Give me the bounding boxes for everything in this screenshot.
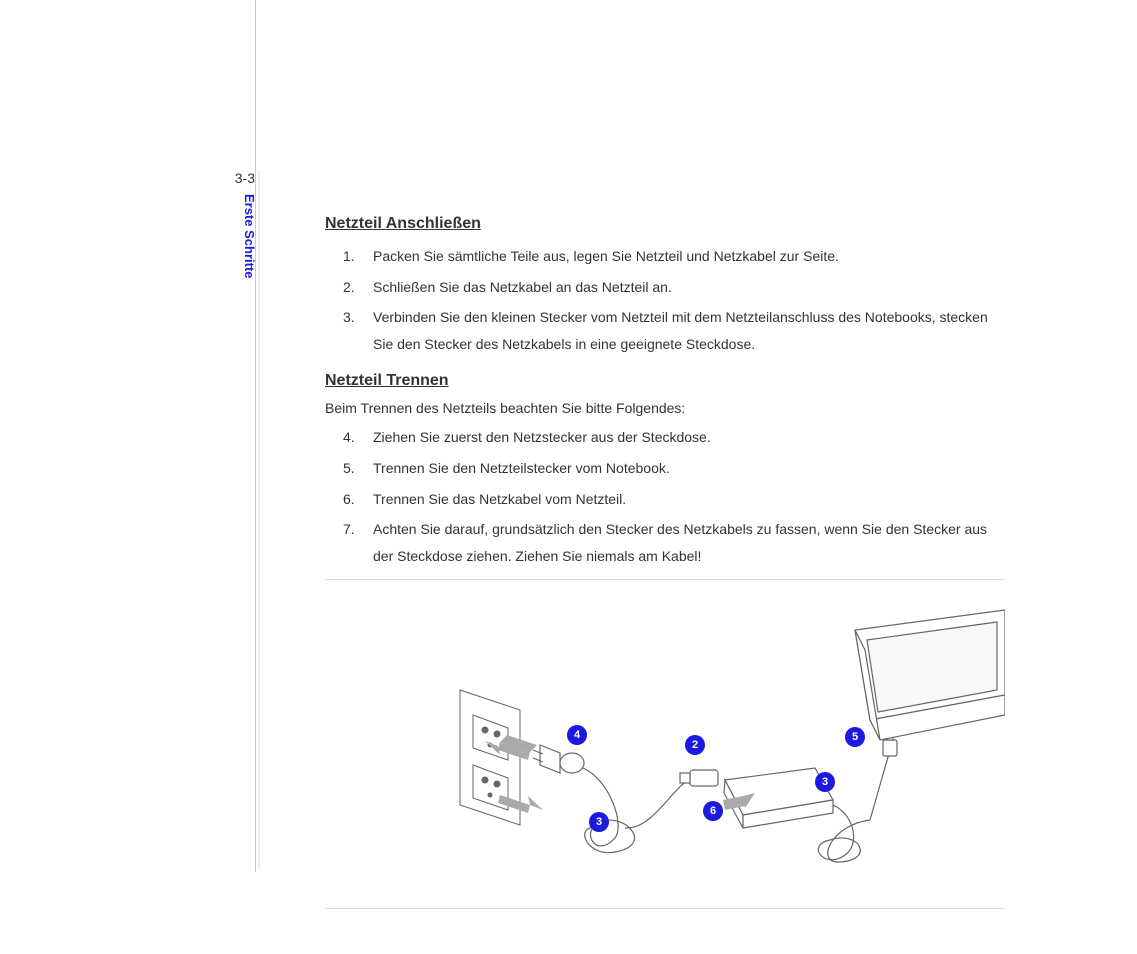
list-item: 2.Schließen Sie das Netzkabel an das Net… bbox=[365, 274, 1005, 301]
heading-connect: Netzteil Anschließen bbox=[325, 215, 1005, 233]
connect-list: 1. Packen Sie sämtliche Teile aus, legen … bbox=[325, 243, 1005, 357]
item-number: 7. bbox=[343, 516, 355, 543]
list-item: 4.Ziehen Sie zuerst den Netzstecker aus … bbox=[365, 424, 1005, 451]
item-text: Ziehen Sie zuerst den Netzstecker aus de… bbox=[373, 429, 711, 445]
item-number: 4. bbox=[343, 424, 355, 451]
list-item: 1.Packen Sie sämtliche Teile aus, legen … bbox=[365, 243, 1005, 270]
item-text: Packen Sie sämtliche Teile aus, legen Si… bbox=[373, 248, 839, 264]
item-number: 3. bbox=[343, 304, 355, 331]
item-text: Trennen Sie den Netzteilstecker vom Note… bbox=[373, 460, 670, 476]
disconnect-list: 4. Ziehen Sie zuerst den Netzstecker aus … bbox=[325, 424, 1005, 569]
sidebar: 3-3 Erste Schritte bbox=[200, 170, 265, 929]
item-number: 6. bbox=[343, 486, 355, 513]
item-text: Verbinden Sie den kleinen Stecker vom Ne… bbox=[373, 309, 988, 352]
item-number: 2. bbox=[343, 274, 355, 301]
list-item: 3.Verbinden Sie den kleinen Stecker vom … bbox=[365, 304, 1005, 357]
item-text: Achten Sie darauf, grundsätzlich den Ste… bbox=[373, 521, 987, 564]
item-text: Trennen Sie das Netzkabel vom Netzteil. bbox=[373, 491, 626, 507]
item-text: Schließen Sie das Netzkabel an das Netzt… bbox=[373, 279, 672, 295]
disconnect-intro: Beim Trennen des Netzteils beachten Sie … bbox=[325, 400, 1005, 416]
page-layout: 3-3 Erste Schritte Netzteil Anschließen … bbox=[200, 170, 997, 929]
sidebar-section-title: Erste Schritte bbox=[242, 194, 257, 279]
list-item: 7.Achten Sie darauf, grundsätzlich den S… bbox=[365, 516, 1005, 569]
content: Netzteil Anschließen 1. Packen Sie sämtli… bbox=[265, 170, 1005, 929]
divider-bottom bbox=[325, 908, 1005, 909]
power-diagram-svg bbox=[325, 600, 1005, 890]
divider-top bbox=[325, 579, 1005, 580]
power-diagram: 4 2 5 3 6 3 bbox=[325, 600, 1005, 900]
list-item: 5.Trennen Sie den Netzteilstecker vom No… bbox=[365, 455, 1005, 482]
item-number: 1. bbox=[343, 243, 355, 270]
item-number: 5. bbox=[343, 455, 355, 482]
list-item: 6.Trennen Sie das Netzkabel vom Netzteil… bbox=[365, 486, 1005, 513]
heading-disconnect: Netzteil Trennen bbox=[325, 372, 1005, 390]
page-number: 3-3 bbox=[200, 170, 255, 186]
